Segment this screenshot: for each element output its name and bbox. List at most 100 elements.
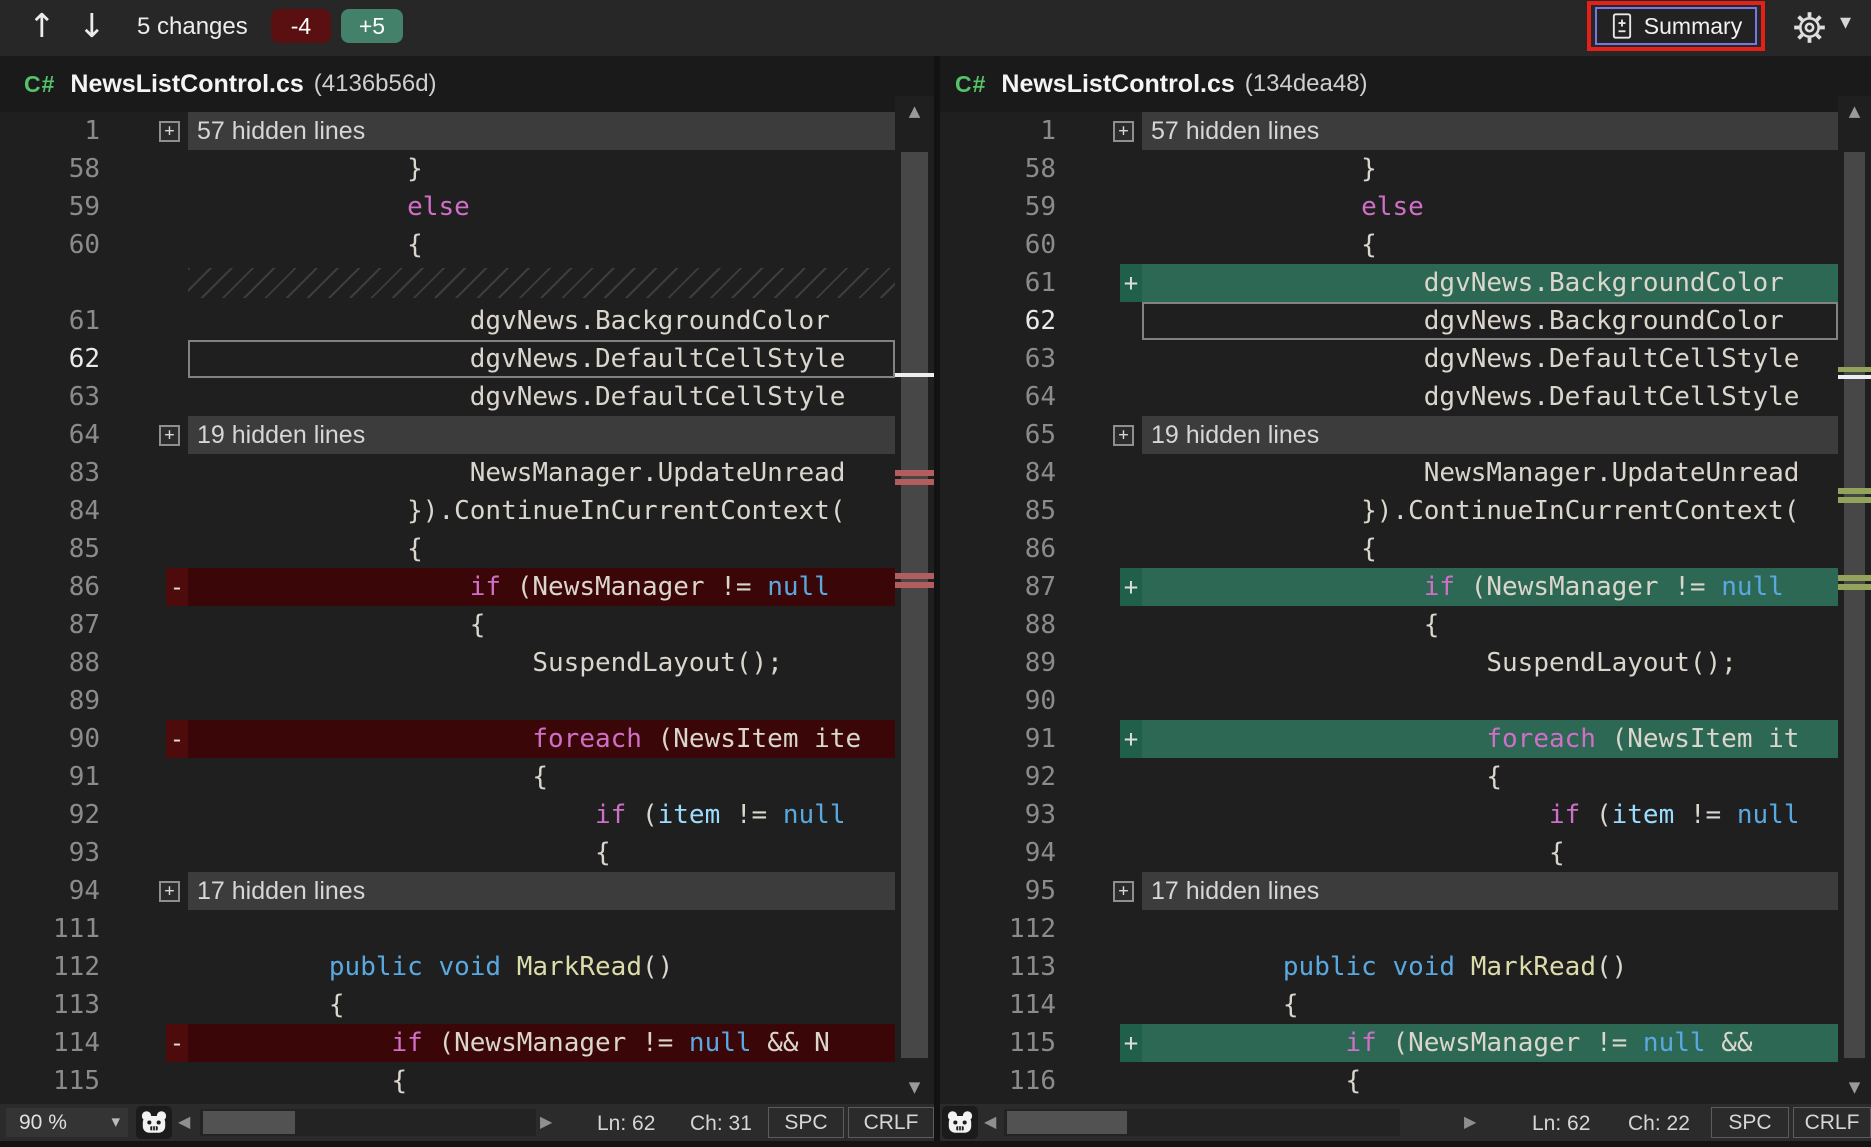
hidden-lines-label[interactable]: 17 hidden lines (1142, 872, 1838, 910)
hidden-lines-label[interactable]: 19 hidden lines (1142, 416, 1838, 454)
code-row-64: 64 dgvNews.DefaultCellStyle (940, 378, 1838, 416)
code-line-content[interactable]: dgvNews.DefaultCellStyle (1142, 378, 1838, 416)
code-line-content[interactable]: dgvNews.DefaultCellStyle (188, 378, 895, 416)
line-ending-toggle[interactable]: CRLF (1793, 1107, 1871, 1138)
hidden-lines-label[interactable]: 57 hidden lines (188, 112, 895, 150)
summary-button[interactable]: Summary (1595, 7, 1757, 45)
scroll-down-arrow-icon[interactable]: ▼ (895, 1078, 934, 1096)
gutter: + (118, 416, 188, 454)
code-line-content[interactable]: } (188, 150, 895, 188)
code-line-content[interactable]: if (item != null (1142, 796, 1838, 834)
code-line-content[interactable]: }).ContinueInCurrentContext( (1142, 492, 1838, 530)
horizontal-scroll-thumb[interactable] (203, 1111, 295, 1134)
code-line-content[interactable]: foreach (NewsItem it (1142, 720, 1838, 758)
vertical-scroll-thumb[interactable] (901, 152, 928, 1058)
code-line-content[interactable]: { (1142, 606, 1838, 644)
code-line-content[interactable]: dgvNews.BackgroundColor (1142, 302, 1838, 340)
code-line-content[interactable]: if (NewsManager != null (1142, 568, 1838, 606)
settings-dropdown-caret[interactable]: ▾ (1840, 10, 1851, 35)
code-line-content[interactable]: }).ContinueInCurrentContext( (188, 492, 895, 530)
code-line-content[interactable] (1142, 910, 1838, 948)
vertical-scrollbar-modified[interactable]: ▲ ▼ (1838, 96, 1871, 1104)
vertical-scroll-thumb[interactable] (1844, 152, 1865, 1058)
code-line-content[interactable]: { (188, 834, 895, 872)
expand-hidden-lines-button[interactable]: + (159, 881, 180, 902)
code-line-content[interactable]: SuspendLayout(); (188, 644, 895, 682)
hidden-lines-label[interactable]: 19 hidden lines (188, 416, 895, 454)
line-number: 92 (940, 758, 1072, 796)
added-line-marker: + (1120, 264, 1142, 302)
code-line-content[interactable]: dgvNews.BackgroundColor (1142, 264, 1838, 302)
code-line-content[interactable]: if (NewsManager != null && N (188, 1024, 895, 1062)
vertical-scrollbar-original[interactable]: ▲ ▼ (895, 96, 934, 1104)
code-line-content[interactable]: public void MarkRead() (188, 948, 895, 986)
expand-hidden-lines-button[interactable]: + (1113, 881, 1134, 902)
code-line-content[interactable]: NewsManager.UpdateUnread (1142, 454, 1838, 492)
zoom-level-value: 90 % (19, 1111, 67, 1134)
hscroll-left-arrow-icon[interactable]: ◀ (984, 1112, 996, 1131)
expand-hidden-lines-button[interactable]: + (159, 425, 180, 446)
hscroll-left-arrow-icon[interactable]: ◀ (178, 1112, 190, 1131)
code-line-content[interactable]: { (1142, 986, 1838, 1024)
code-line-content[interactable] (188, 682, 895, 720)
code-line-content[interactable]: { (188, 530, 895, 568)
line-number: 1 (940, 112, 1072, 150)
code-line-content[interactable]: { (1142, 834, 1838, 872)
code-line-content[interactable]: dgvNews.DefaultCellStyle (188, 340, 895, 378)
hidden-lines-label[interactable]: 57 hidden lines (1142, 112, 1838, 150)
code-line-content[interactable]: { (188, 1062, 895, 1100)
horizontal-scrollbar[interactable] (1004, 1109, 1400, 1136)
code-line-content[interactable]: if (NewsManager != null (188, 568, 895, 606)
code-line-content[interactable]: NewsManager.UpdateUnread (188, 454, 895, 492)
line-number: 113 (0, 986, 118, 1024)
expand-hidden-lines-button[interactable]: + (1113, 121, 1134, 142)
expand-hidden-lines-button[interactable]: + (1113, 425, 1134, 446)
zoom-level-dropdown[interactable]: 90 % ▾ (6, 1108, 128, 1137)
hscroll-right-arrow-icon[interactable]: ▶ (1464, 1112, 1476, 1131)
code-line-content[interactable]: else (188, 188, 895, 226)
code-line-content[interactable]: { (1142, 226, 1838, 264)
expand-hidden-lines-button[interactable]: + (159, 121, 180, 142)
line-number: 91 (940, 720, 1072, 758)
code-line-content[interactable]: { (1142, 758, 1838, 796)
scroll-down-arrow-icon[interactable]: ▼ (1838, 1078, 1871, 1096)
scroll-up-arrow-icon[interactable]: ▲ (1838, 102, 1871, 120)
robot-icon[interactable] (942, 1106, 978, 1139)
robot-icon[interactable] (136, 1106, 172, 1139)
code-line-content[interactable]: if (item != null (188, 796, 895, 834)
horizontal-scroll-thumb[interactable] (1007, 1111, 1127, 1134)
previous-change-button[interactable]: ↑ (28, 6, 56, 45)
hscroll-right-arrow-icon[interactable]: ▶ (540, 1112, 552, 1131)
code-line-content[interactable]: else (1142, 188, 1838, 226)
code-line-content[interactable]: } (1142, 150, 1838, 188)
code-line-content[interactable]: { (1142, 530, 1838, 568)
code-line-content[interactable] (1142, 682, 1838, 720)
status-bar-original: 90 % ▾ ◀ ▶ Ln: 62 Ch: 31 SPC CRLF (0, 1104, 934, 1141)
code-line-content[interactable]: if (NewsManager != null && (1142, 1024, 1838, 1062)
whitespace-mode-toggle[interactable]: SPC (1711, 1107, 1789, 1138)
line-ending-toggle[interactable]: CRLF (848, 1107, 934, 1138)
code-line-content[interactable]: { (188, 606, 895, 644)
code-row-63: 63 dgvNews.DefaultCellStyle (940, 340, 1838, 378)
code-line-content[interactable]: foreach (NewsItem ite (188, 720, 895, 758)
code-line-content[interactable]: dgvNews.DefaultCellStyle (1142, 340, 1838, 378)
code-line-content[interactable]: { (1142, 1062, 1838, 1100)
scroll-up-arrow-icon[interactable]: ▲ (895, 102, 934, 120)
next-change-button[interactable]: ↓ (78, 6, 106, 45)
code-row-90: 90 (940, 682, 1838, 720)
code-line-content[interactable]: { (188, 226, 895, 264)
code-row-84: 84 }).ContinueInCurrentContext( (0, 492, 895, 530)
code-line-content[interactable]: public void MarkRead() (1142, 948, 1838, 986)
settings-gear-icon[interactable] (1792, 10, 1827, 50)
horizontal-scrollbar[interactable] (200, 1109, 536, 1136)
code-line-content[interactable]: SuspendLayout(); (1142, 644, 1838, 682)
code-line-content[interactable]: { (188, 986, 895, 1024)
diff-overview-mark (895, 479, 934, 485)
commit-hash: (134dea48) (1245, 70, 1368, 98)
gutter (1072, 188, 1142, 226)
code-line-content[interactable]: dgvNews.BackgroundColor (188, 302, 895, 340)
code-line-content[interactable]: { (188, 758, 895, 796)
hidden-lines-label[interactable]: 17 hidden lines (188, 872, 895, 910)
whitespace-mode-toggle[interactable]: SPC (768, 1107, 844, 1138)
code-line-content[interactable] (188, 910, 895, 948)
